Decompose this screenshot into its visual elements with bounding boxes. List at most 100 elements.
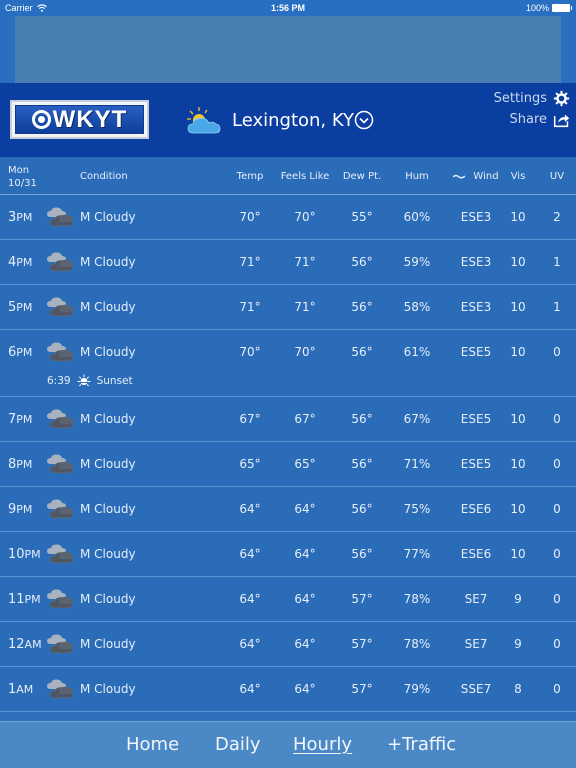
settings-button[interactable]: Settings bbox=[494, 90, 570, 107]
table-row[interactable]: 1AM M Cloudy 64° 64° 57° 79% SSE7 8 0 bbox=[0, 667, 576, 712]
table-row[interactable]: 3PM M Cloudy 70° 70° 55° 60% ESE3 10 2 bbox=[0, 195, 576, 240]
row-feels-like: 67° bbox=[294, 412, 316, 426]
share-button[interactable]: Share bbox=[509, 111, 570, 128]
row-uv: 0 bbox=[553, 412, 561, 426]
row-wind: ESE6 bbox=[460, 547, 492, 561]
row-hour: 3PM bbox=[8, 210, 33, 225]
table-row[interactable]: 6PM M Cloudy 70° 70° 56° 61% ESE5 10 0 6… bbox=[0, 330, 576, 397]
row-visibility: 10 bbox=[510, 210, 526, 224]
row-wind: SE7 bbox=[464, 637, 488, 651]
feels-like-header: Feels Like bbox=[280, 171, 330, 182]
wind-icon bbox=[453, 174, 466, 179]
wind-header-label: Wind bbox=[473, 171, 499, 182]
date-label: 10/31 bbox=[8, 178, 37, 189]
gear-icon bbox=[553, 90, 570, 107]
row-dew-point: 56° bbox=[351, 457, 373, 471]
row-hour: 7PM bbox=[8, 412, 33, 427]
row-temp: 71° bbox=[239, 255, 261, 269]
nav-hourly[interactable]: Hourly bbox=[293, 734, 352, 755]
row-wind: SSE7 bbox=[460, 682, 492, 696]
row-visibility: 10 bbox=[510, 345, 526, 359]
row-hour: 10PM bbox=[8, 547, 41, 562]
row-wind: ESE3 bbox=[460, 210, 492, 224]
row-dew-point: 57° bbox=[351, 682, 373, 696]
row-feels-like: 64° bbox=[294, 682, 316, 696]
mostly-cloudy-icon bbox=[47, 342, 73, 362]
row-temp: 70° bbox=[239, 210, 261, 224]
row-condition: M Cloudy bbox=[80, 300, 136, 314]
row-wind: ESE3 bbox=[460, 300, 492, 314]
condition-header: Condition bbox=[80, 171, 128, 182]
event-label: Sunset bbox=[96, 375, 133, 387]
table-row[interactable]: 7PM M Cloudy 67° 67° 56° 67% ESE5 10 0 bbox=[0, 397, 576, 442]
nav-home[interactable]: Home bbox=[126, 734, 179, 755]
battery-icon bbox=[552, 4, 572, 12]
wind-header: Wind bbox=[450, 171, 502, 183]
settings-label: Settings bbox=[493, 91, 547, 106]
status-right: 100% bbox=[526, 3, 572, 13]
sunset-event: 6:39 Sunset bbox=[47, 374, 133, 388]
row-visibility: 9 bbox=[514, 637, 522, 651]
station-logo: WKYT bbox=[10, 100, 149, 139]
mostly-cloudy-icon bbox=[47, 634, 73, 654]
row-condition: M Cloudy bbox=[80, 255, 136, 269]
row-humidity: 61% bbox=[403, 345, 431, 359]
row-condition: M Cloudy bbox=[80, 682, 136, 696]
row-uv: 0 bbox=[553, 345, 561, 359]
row-temp: 64° bbox=[239, 682, 261, 696]
row-condition: M Cloudy bbox=[80, 457, 136, 471]
row-condition: M Cloudy bbox=[80, 345, 136, 359]
row-temp: 64° bbox=[239, 592, 261, 606]
row-visibility: 10 bbox=[510, 300, 526, 314]
mostly-cloudy-icon bbox=[47, 679, 73, 699]
row-condition: M Cloudy bbox=[80, 502, 136, 516]
row-feels-like: 64° bbox=[294, 547, 316, 561]
bottom-separator bbox=[0, 711, 576, 722]
table-row[interactable]: 12AM M Cloudy 64° 64° 57° 78% SE7 9 0 bbox=[0, 622, 576, 667]
row-temp: 64° bbox=[239, 637, 261, 651]
row-dew-point: 56° bbox=[351, 412, 373, 426]
row-wind: ESE5 bbox=[460, 412, 492, 426]
humidity-header: Hum bbox=[405, 171, 429, 182]
table-row[interactable]: 9PM M Cloudy 64° 64° 56° 75% ESE6 10 0 bbox=[0, 487, 576, 532]
mostly-cloudy-icon bbox=[47, 409, 73, 429]
row-condition: M Cloudy bbox=[80, 592, 136, 606]
temp-header: Temp bbox=[236, 171, 264, 182]
row-condition: M Cloudy bbox=[80, 210, 136, 224]
row-temp: 64° bbox=[239, 502, 261, 516]
row-hour: 11PM bbox=[8, 592, 41, 607]
location-dropdown-icon[interactable] bbox=[354, 110, 374, 130]
row-hour: 12AM bbox=[8, 637, 42, 652]
row-humidity: 60% bbox=[403, 210, 431, 224]
row-condition: M Cloudy bbox=[80, 412, 136, 426]
row-visibility: 8 bbox=[514, 682, 522, 696]
row-hour: 6PM bbox=[8, 345, 33, 360]
row-uv: 2 bbox=[553, 210, 561, 224]
app-header: WKYT Lexington, KY Settings Share bbox=[0, 83, 576, 157]
row-uv: 0 bbox=[553, 502, 561, 516]
row-condition: M Cloudy bbox=[80, 547, 136, 561]
nav-daily[interactable]: Daily bbox=[215, 734, 261, 755]
day-label: Mon bbox=[8, 165, 30, 176]
row-uv: 0 bbox=[553, 682, 561, 696]
row-dew-point: 55° bbox=[351, 210, 373, 224]
row-hour: 8PM bbox=[8, 457, 33, 472]
row-dew-point: 57° bbox=[351, 592, 373, 606]
location-name[interactable]: Lexington, KY bbox=[232, 110, 354, 131]
row-temp: 67° bbox=[239, 412, 261, 426]
share-icon bbox=[553, 114, 570, 128]
mostly-cloudy-icon bbox=[47, 207, 73, 227]
table-header: Mon 10/31 Condition Temp Feels Like Dew … bbox=[0, 157, 576, 195]
nav-traffic[interactable]: +Traffic bbox=[387, 734, 456, 755]
table-row[interactable]: 8PM M Cloudy 65° 65° 56° 71% ESE5 10 0 bbox=[0, 442, 576, 487]
table-row[interactable]: 5PM M Cloudy 71° 71° 56° 58% ESE3 10 1 bbox=[0, 285, 576, 330]
row-feels-like: 64° bbox=[294, 637, 316, 651]
table-row[interactable]: 11PM M Cloudy 64° 64° 57° 78% SE7 9 0 bbox=[0, 577, 576, 622]
row-visibility: 10 bbox=[510, 255, 526, 269]
table-row[interactable]: 10PM M Cloudy 64° 64° 56° 77% ESE6 10 0 bbox=[0, 532, 576, 577]
mostly-cloudy-icon bbox=[47, 499, 73, 519]
ad-banner[interactable] bbox=[15, 16, 561, 83]
table-row[interactable]: 4PM M Cloudy 71° 71° 56° 59% ESE3 10 1 bbox=[0, 240, 576, 285]
hourly-table: 3PM M Cloudy 70° 70° 55° 60% ESE3 10 2 4… bbox=[0, 195, 576, 712]
row-dew-point: 56° bbox=[351, 547, 373, 561]
